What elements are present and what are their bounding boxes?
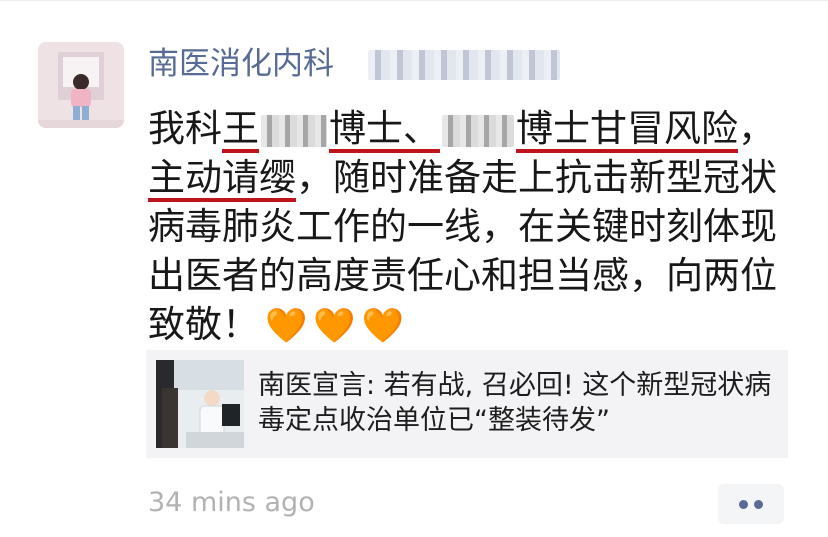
shared-link-card[interactable]: 南医宣言: 若有战, 召必回! 这个新型冠状病毒定点收治单位已“整装待发” — [146, 350, 788, 458]
poster-name[interactable]: 南医消化内科 — [148, 44, 334, 84]
more-dot-icon — [754, 500, 763, 509]
underlined-text: 王 博士、 博士甘冒风险 — [222, 107, 738, 150]
more-options-button[interactable] — [718, 484, 784, 524]
blurred-name-a — [261, 114, 327, 147]
blurred-name-suffix — [368, 50, 560, 80]
post-text: 我科王 博士、 博士甘冒风险，主动请缨，随时准备走上抗击新型冠状病毒肺炎工作的一线，… — [148, 104, 808, 351]
underlined-text: 主动请缨 — [148, 156, 296, 199]
more-dot-icon — [739, 500, 748, 509]
post-timestamp: 34 mins ago — [148, 487, 315, 518]
link-title: 南医宣言: 若有战, 召必回! 这个新型冠状病毒定点收治单位已“整装待发” — [258, 370, 772, 436]
post-text-segment: 博士、 — [329, 107, 440, 150]
avatar[interactable] — [38, 42, 124, 128]
post-text-segment: ， — [738, 107, 775, 150]
post-text-segment: 我科 — [148, 107, 222, 150]
post-text-segment: 王 — [222, 107, 259, 150]
heart-emoji-icon: 🧡 — [313, 306, 356, 346]
top-divider — [0, 0, 828, 1]
thumbnail-image — [156, 360, 244, 448]
heart-emoji-icon: 🧡 — [361, 306, 405, 346]
avatar-image — [38, 42, 124, 128]
post-text-segment: 博士甘冒风险 — [516, 107, 738, 150]
blurred-name-b — [442, 114, 514, 147]
link-thumbnail — [156, 360, 244, 448]
heart-emoji-icon: 🧡 — [265, 306, 308, 346]
